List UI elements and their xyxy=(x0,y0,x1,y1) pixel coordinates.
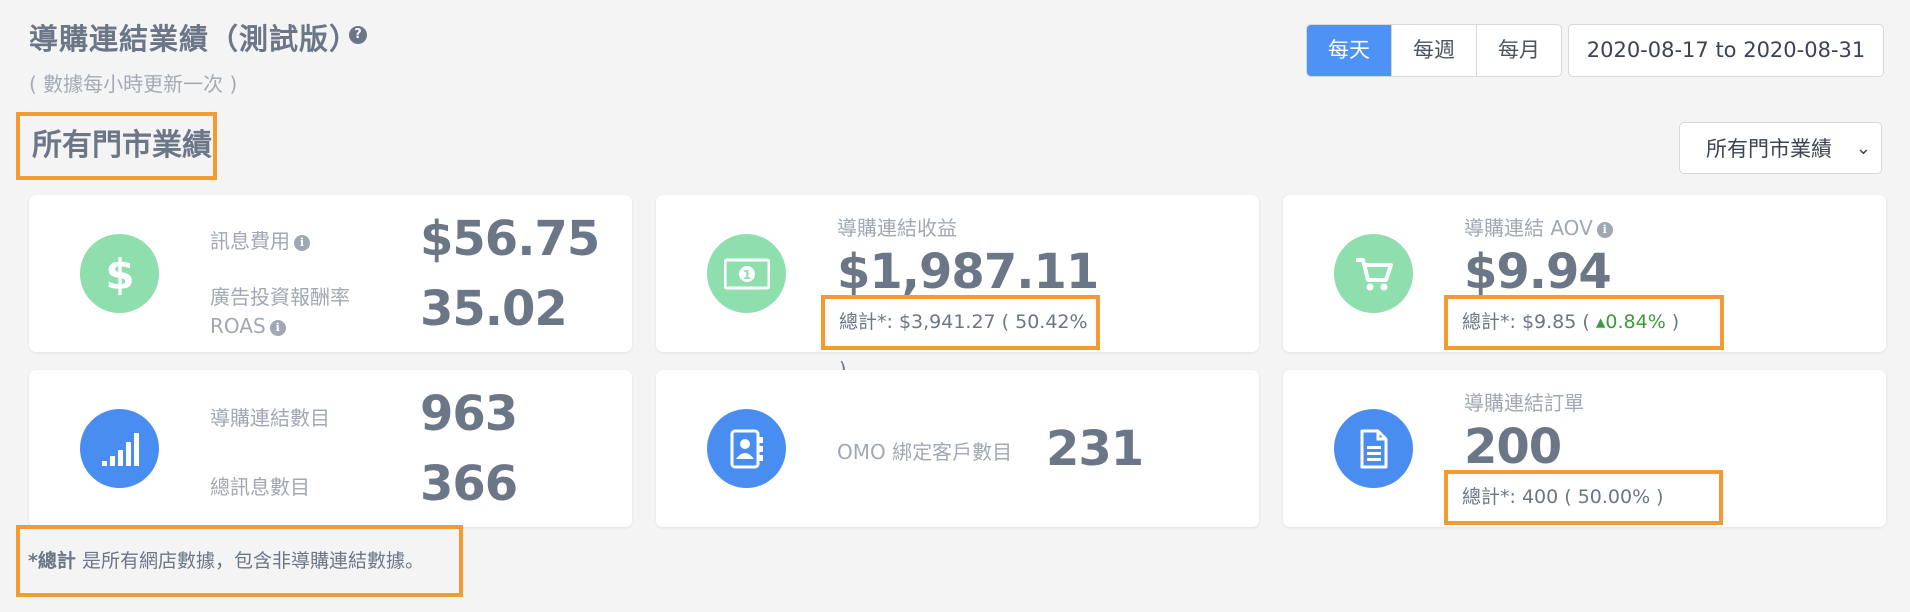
money-bill-icon: 1 xyxy=(707,234,786,313)
aov-label: 導購連結 AOV i xyxy=(1464,212,1613,241)
omo-value: 231 xyxy=(1046,421,1144,477)
daily-button[interactable]: 每天 xyxy=(1307,25,1392,76)
orders-total: 總計*: 400 ( 50.00% ) xyxy=(1444,470,1723,525)
link-count-label: 導購連結數目 xyxy=(210,406,330,430)
footnote-bold: *總計 xyxy=(28,550,76,572)
trend-up-icon: ▴ xyxy=(1595,311,1606,333)
page-title: 導購連結業績（測試版） xyxy=(29,22,360,56)
cost-roas-card: $ 訊息費用 i $56.75 廣告投資報酬率 ROAS i 35.02 xyxy=(29,195,632,352)
weekly-button[interactable]: 每週 xyxy=(1392,25,1477,76)
footnote-text: 是所有網店數據，包含非導購連結數據。 xyxy=(75,550,424,572)
aov-value: $9.94 xyxy=(1464,244,1612,300)
monthly-button[interactable]: 每月 xyxy=(1477,25,1561,76)
roas-label: 廣告投資報酬率 ROAS i xyxy=(210,285,350,338)
info-icon[interactable]: i xyxy=(1596,221,1613,238)
message-count-value: 366 xyxy=(420,456,518,512)
signal-bars-icon xyxy=(80,409,159,488)
omo-label: OMO 綁定客戶數目 xyxy=(837,440,1013,464)
omo-card: OMO 綁定客戶數目 231 xyxy=(656,370,1259,527)
roas-value: 35.02 xyxy=(420,281,568,337)
message-cost-label: 訊息費用 i xyxy=(210,225,310,254)
info-icon[interactable]: i xyxy=(269,319,286,336)
section-title: 所有門市業績 xyxy=(16,112,217,180)
info-icon[interactable]: i xyxy=(294,234,310,251)
date-range-input[interactable]: 2020-08-17 to 2020-08-31 xyxy=(1568,24,1884,77)
aov-card: 導購連結 AOV i $9.94 總計*: $9.85 ( ▴0.84% ) xyxy=(1283,195,1886,352)
svg-text:$: $ xyxy=(105,251,134,297)
shopping-cart-icon xyxy=(1334,234,1413,313)
revenue-card: 1 導購連結收益 $1,987.11 總計*: $3,941.27 ( 50.4… xyxy=(656,195,1259,380)
address-book-icon xyxy=(707,409,786,488)
store-select-value: 所有門市業績 xyxy=(1706,137,1832,161)
update-note: ( 數據每小時更新一次 ) xyxy=(29,72,238,96)
chevron-down-icon: ⌄ xyxy=(1855,138,1871,159)
store-select[interactable]: 所有門市業績 ⌄ xyxy=(1679,122,1882,174)
document-icon xyxy=(1334,409,1413,488)
message-cost-value: $56.75 xyxy=(420,211,600,267)
orders-label: 導購連結訂單 xyxy=(1464,391,1584,415)
orders-card: 導購連結訂單 200 總計*: 400 ( 50.00% ) xyxy=(1283,370,1886,527)
revenue-label: 導購連結收益 xyxy=(837,216,957,240)
dollar-icon: $ xyxy=(80,234,159,313)
help-icon[interactable]: ? xyxy=(349,26,367,44)
aov-change: 0.84% xyxy=(1605,311,1666,333)
period-toggle: 每天 每週 每月 xyxy=(1306,24,1562,77)
revenue-value: $1,987.11 xyxy=(837,244,1099,300)
footnote: *總計 是所有網店數據，包含非導購連結數據。 xyxy=(16,525,463,597)
svg-text:1: 1 xyxy=(742,268,750,282)
link-count-value: 963 xyxy=(420,386,518,442)
message-count-label: 總訊息數目 xyxy=(210,475,310,499)
aov-total: 總計*: $9.85 ( ▴0.84% ) xyxy=(1444,295,1724,350)
link-message-count-card: 導購連結數目 963 總訊息數目 366 xyxy=(29,370,632,527)
orders-value: 200 xyxy=(1464,419,1562,475)
revenue-total: 總計*: $3,941.27 ( 50.42% ) xyxy=(821,295,1100,380)
